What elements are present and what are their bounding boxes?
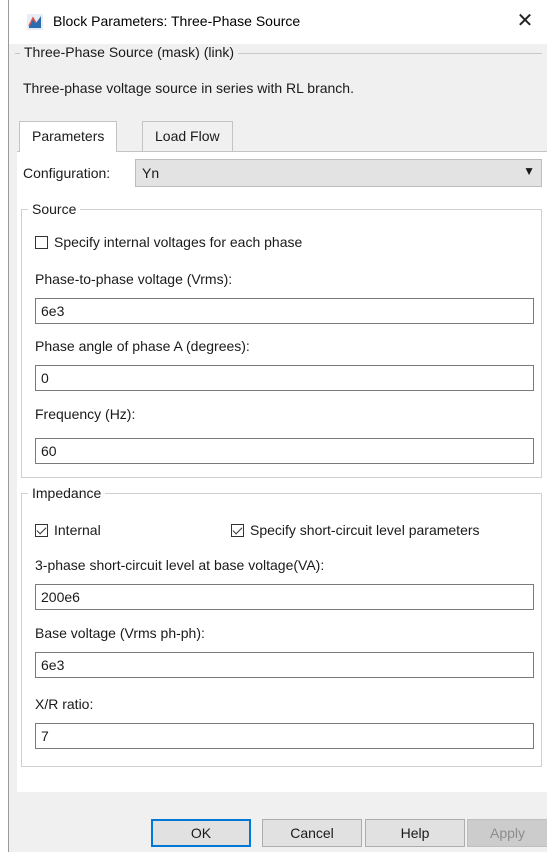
- checkbox-label: Specify internal voltages for each phase: [54, 234, 303, 250]
- mask-title: Three-Phase Source (mask) (link): [20, 44, 239, 60]
- checkbox-box: [35, 235, 48, 249]
- dialog-window: Block Parameters: Three-Phase Source ✕ T…: [8, 0, 547, 852]
- configuration-select[interactable]: Yn ▼: [135, 159, 542, 187]
- base-voltage-input[interactable]: 6e3: [35, 652, 534, 678]
- help-button[interactable]: Help: [365, 819, 465, 847]
- cancel-button[interactable]: Cancel: [262, 819, 362, 847]
- source-legend: Source: [32, 201, 77, 217]
- parameters-panel: Configuration: Yn ▼ Source Specify inter…: [17, 151, 547, 792]
- chevron-down-icon: ▼: [523, 164, 535, 178]
- tab-load-flow[interactable]: Load Flow: [142, 121, 233, 151]
- tab-label: Load Flow: [155, 128, 220, 144]
- configuration-label: Configuration:: [23, 165, 111, 181]
- tab-label: Parameters: [32, 128, 105, 144]
- phase-angle-label: Phase angle of phase A (degrees):: [35, 338, 250, 354]
- checkbox-box: [35, 523, 48, 537]
- checkbox-label: Specify short-circuit level parameters: [250, 522, 480, 538]
- apply-button[interactable]: Apply: [467, 819, 547, 847]
- title-bar: Block Parameters: Three-Phase Source ✕: [9, 0, 547, 44]
- xr-ratio-input[interactable]: 7: [35, 723, 534, 749]
- mask-description: Three-phase voltage source in series wit…: [23, 80, 354, 96]
- simulink-block-icon: [27, 14, 43, 30]
- frequency-input[interactable]: 60: [35, 438, 534, 464]
- phase-angle-input[interactable]: 0: [35, 365, 534, 391]
- specify-short-circuit-checkbox[interactable]: Specify short-circuit level parameters: [231, 522, 480, 538]
- frequency-label: Frequency (Hz):: [35, 406, 136, 422]
- tab-parameters[interactable]: Parameters: [19, 121, 118, 152]
- xr-ratio-label: X/R ratio:: [35, 696, 94, 712]
- ok-button[interactable]: OK: [151, 819, 251, 847]
- internal-checkbox[interactable]: Internal: [35, 522, 101, 538]
- checkbox-box: [231, 523, 244, 537]
- window-title: Block Parameters: Three-Phase Source: [53, 13, 301, 29]
- phase-voltage-label: Phase-to-phase voltage (Vrms):: [35, 271, 233, 287]
- close-button[interactable]: ✕: [510, 6, 540, 36]
- close-icon: ✕: [516, 10, 534, 32]
- configuration-value: Yn: [142, 165, 160, 181]
- checkbox-label: Internal: [54, 522, 101, 538]
- phase-voltage-input[interactable]: 6e3: [35, 298, 534, 324]
- base-voltage-label: Base voltage (Vrms ph-ph):: [35, 625, 205, 641]
- short-circuit-level-label: 3-phase short-circuit level at base volt…: [35, 557, 325, 573]
- short-circuit-level-input[interactable]: 200e6: [35, 584, 534, 610]
- impedance-legend: Impedance: [32, 485, 102, 501]
- specify-internal-voltages-checkbox[interactable]: Specify internal voltages for each phase: [35, 234, 302, 250]
